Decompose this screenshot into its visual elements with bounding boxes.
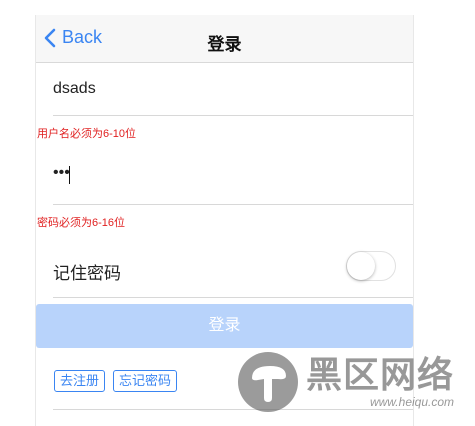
watermark: 黑区网络 www.heiqu.com xyxy=(238,352,454,412)
password-error: 密码必须为6-16位 xyxy=(37,217,126,229)
username-error: 用户名必须为6-10位 xyxy=(37,128,137,140)
password-row[interactable]: ••• xyxy=(53,148,413,205)
remember-row: 记住密码 xyxy=(53,237,413,298)
password-input[interactable]: ••• xyxy=(53,164,70,182)
text-caret xyxy=(69,166,70,184)
remember-label: 记住密码 xyxy=(53,264,121,283)
navbar: Back 登录 xyxy=(36,15,413,63)
mushroom-logo-icon xyxy=(238,352,298,412)
login-button[interactable]: 登录 xyxy=(36,304,413,348)
username-row xyxy=(53,63,413,116)
register-button[interactable]: 去注册 xyxy=(54,370,106,392)
username-input[interactable] xyxy=(53,80,353,98)
watermark-name: 黑区网络 xyxy=(306,354,455,395)
watermark-url: www.heiqu.com xyxy=(369,395,455,409)
toggle-knob xyxy=(347,252,375,280)
forgot-password-button[interactable]: 忘记密码 xyxy=(113,370,178,392)
page-title: 登录 xyxy=(207,35,242,54)
remember-toggle[interactable] xyxy=(346,251,396,281)
